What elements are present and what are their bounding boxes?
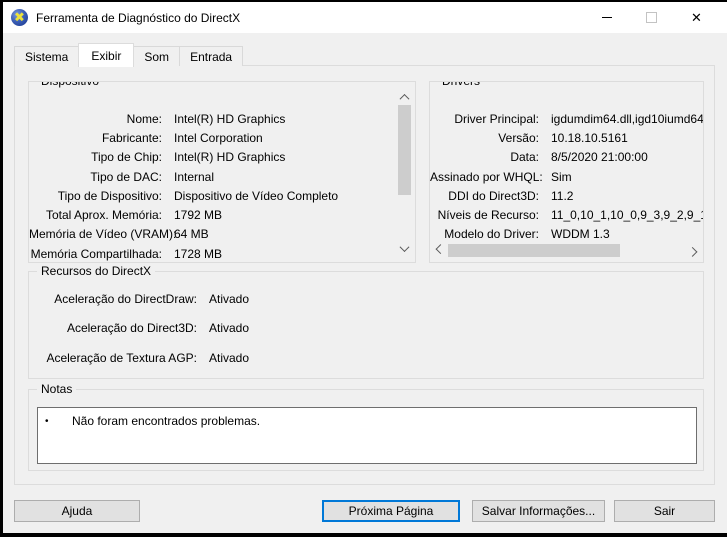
directx-features-group: Recursos do DirectX Aceleração do Direct… (28, 264, 704, 379)
field-label: Tipo de Dispositivo: (57, 188, 162, 203)
next-page-button[interactable]: Próxima Página (322, 500, 460, 522)
field-value: 1728 MB (174, 246, 223, 261)
field-label: Nome: (126, 111, 162, 126)
feature-row: Aceleração do Direct3D: Ativado (29, 314, 703, 344)
features-fields: Aceleração do DirectDraw: Ativado Acelera… (29, 284, 703, 373)
device-field-row: Memória de Vídeo (VRAM): 64 MB (29, 225, 415, 244)
field-value: WDDM 1.3 (551, 227, 610, 242)
field-value: Dispositivo de Vídeo Completo (174, 188, 339, 203)
field-value: Intel(R) HD Graphics (174, 150, 286, 165)
scroll-down-icon[interactable] (397, 241, 412, 256)
close-icon: ✕ (691, 10, 702, 25)
notes-list-box[interactable]: • Não foram encontrados problemas. (37, 407, 697, 464)
bullet-icon: • (45, 416, 49, 427)
device-field-row: Memória Compartilhada: 1728 MB (29, 244, 415, 262)
field-label: Fabricante: (101, 130, 162, 145)
minimize-button[interactable] (584, 2, 629, 33)
field-label: Memória de Vídeo (VRAM): (29, 227, 177, 242)
vertical-scroll-thumb[interactable] (398, 105, 411, 195)
field-value: igdumdim64.dll,igd10iumd64.dll, (551, 111, 704, 126)
driver-field-row: Assinado por WHQL: Sim (430, 167, 703, 186)
field-value: 11.2 (551, 188, 574, 203)
tab-strip: Sistema Exibir Som Entrada (14, 43, 244, 67)
directx-logo-icon: ✖ (11, 9, 28, 26)
tab-som[interactable]: Som (133, 46, 181, 66)
field-value: 11_0,10_1,10_0,9_3,9_2,9_1 (551, 208, 704, 223)
dxdiag-window: ✖ Ferramenta de Diagnóstico do DirectX ✕… (3, 2, 727, 533)
field-value: 10.18.10.5161 (551, 130, 628, 145)
tab-sistema[interactable]: Sistema (14, 46, 80, 66)
field-label: Assinado por WHQL: (430, 169, 543, 184)
device-field-row: Total Aprox. Memória: 1792 MB (29, 205, 415, 224)
field-value: Ativado (209, 321, 250, 336)
field-value: Ativado (209, 350, 250, 365)
field-label: Aceleração do DirectDraw: (54, 291, 197, 306)
field-label: Versão: (498, 130, 539, 145)
features-group-title: Recursos do DirectX (37, 264, 156, 278)
field-value: 8/5/2020 21:00:00 (551, 150, 648, 165)
drivers-fields: Driver Principal: igdumdim64.dll,igd10ium… (430, 109, 703, 244)
device-field-row: Fabricante: Intel Corporation (29, 128, 415, 147)
drivers-group-title: Drivers (438, 82, 484, 88)
field-value: Sim (551, 169, 572, 184)
save-information-button[interactable]: Salvar Informações... (472, 500, 605, 522)
title-bar: ✖ Ferramenta de Diagnóstico do DirectX ✕ (3, 2, 727, 33)
device-field-row: Tipo de Dispositivo: Dispositivo de Vídeo… (29, 186, 415, 205)
device-fields: Nome: Intel(R) HD Graphics Fabricante: Int… (29, 109, 415, 262)
tab-entrada[interactable]: Entrada (179, 46, 244, 66)
maximize-button[interactable] (629, 2, 674, 33)
screenshot-root: { "window": { "title": "Ferramenta de Di… (0, 0, 727, 537)
scroll-up-icon[interactable] (397, 90, 412, 105)
device-field-row: Nome: Intel(R) HD Graphics (29, 109, 415, 128)
field-value: Intel Corporation (174, 130, 263, 145)
field-label: Níveis de Recurso: (437, 208, 539, 223)
maximize-icon (646, 12, 657, 23)
tab-exibir[interactable]: Exibir (78, 43, 135, 67)
field-label: Total Aprox. Memória: (45, 208, 162, 223)
minimize-icon (601, 17, 612, 18)
field-label: DDI do Direct3D: (448, 188, 539, 203)
tab-page-exibir: Dispositivo Nome: Intel(R) HD Graphics Fa… (14, 65, 715, 485)
driver-field-row: Driver Principal: igdumdim64.dll,igd10ium… (430, 109, 703, 128)
field-value: 64 MB (174, 227, 209, 242)
drivers-group: Drivers Driver Principal: igdumdim64.dll,… (429, 81, 704, 263)
field-value: Intel(R) HD Graphics (174, 111, 286, 126)
field-value: Internal (174, 169, 215, 184)
window-controls: ✕ (584, 2, 719, 33)
field-value: 1792 MB (174, 208, 223, 223)
field-label: Tipo de DAC: (90, 169, 162, 184)
feature-row: Aceleração de Textura AGP: Ativado (29, 343, 703, 373)
close-button[interactable]: ✕ (674, 2, 719, 33)
notes-group-title: Notas (37, 382, 77, 396)
scroll-left-icon[interactable] (433, 243, 448, 258)
help-button[interactable]: Ajuda (14, 500, 140, 522)
field-label: Data: (510, 150, 539, 165)
field-label: Aceleração de Textura AGP: (46, 350, 197, 365)
device-field-row: Tipo de DAC: Internal (29, 167, 415, 186)
field-label: Modelo do Driver: (444, 227, 539, 242)
drivers-horizontal-scrollbar[interactable] (433, 243, 700, 258)
horizontal-scroll-thumb[interactable] (448, 244, 620, 257)
field-label: Memória Compartilhada: (30, 246, 162, 261)
driver-field-row: Níveis de Recurso: 11_0,10_1,10_0,9_3,9_2… (430, 205, 703, 224)
field-label: Driver Principal: (454, 111, 539, 126)
exit-button[interactable]: Sair (614, 500, 715, 522)
driver-field-row: Data: 8/5/2020 21:00:00 (430, 148, 703, 167)
device-vertical-scrollbar[interactable] (397, 90, 412, 256)
field-label: Aceleração do Direct3D: (66, 321, 197, 336)
scroll-right-icon[interactable] (685, 243, 700, 258)
driver-field-row: Modelo do Driver: WDDM 1.3 (430, 225, 703, 244)
device-group-title: Dispositivo (37, 82, 104, 88)
feature-row: Aceleração do DirectDraw: Ativado (29, 284, 703, 314)
note-item: • Não foram encontrados problemas. (38, 414, 696, 429)
device-field-row: Tipo de Chip: Intel(R) HD Graphics (29, 148, 415, 167)
device-group: Dispositivo Nome: Intel(R) HD Graphics Fa… (28, 81, 416, 263)
driver-field-row: DDI do Direct3D: 11.2 (430, 186, 703, 205)
field-value: Ativado (209, 291, 250, 306)
note-text: Não foram encontrados problemas. (72, 414, 261, 428)
driver-field-row: Versão: 10.18.10.5161 (430, 128, 703, 147)
window-title: Ferramenta de Diagnóstico do DirectX (36, 10, 241, 25)
notes-group: Notas • Não foram encontrados problemas. (28, 382, 704, 471)
field-label: Tipo de Chip: (91, 150, 162, 165)
